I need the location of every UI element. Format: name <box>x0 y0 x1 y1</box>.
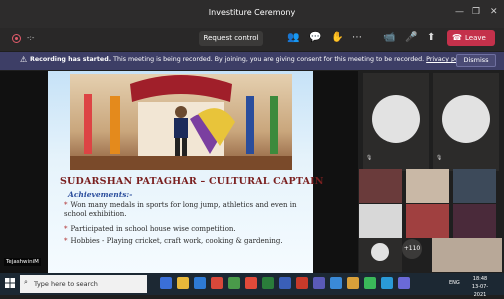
bullet-icon: * <box>64 225 68 233</box>
powerpoint-icon[interactable] <box>296 277 308 289</box>
avatar <box>371 243 389 261</box>
achievement-text: Won many medals in sports for long jump,… <box>64 201 297 218</box>
minimize-button[interactable]: — <box>455 7 464 17</box>
muted-mic-icon: 🎙 <box>366 155 373 161</box>
chat-icon[interactable]: 💬 <box>309 32 321 44</box>
task-view-icon[interactable] <box>160 277 172 289</box>
banner-message: Recording has started. This meeting is b… <box>30 56 470 63</box>
share-tray-icon[interactable]: ⬆ <box>427 32 435 44</box>
teams-icon[interactable] <box>313 277 325 289</box>
app-icon[interactable] <box>330 277 342 289</box>
achievement-text: Hobbies - Playing cricket, craft work, c… <box>70 237 283 245</box>
participant-tile[interactable] <box>359 238 402 272</box>
presenter-name-tag: TejashwiniM <box>4 258 41 266</box>
clock-date: 13-07-2021 <box>471 284 489 298</box>
achievement-item: * Participated in school house wise compe… <box>64 225 304 234</box>
phone-icon: ☎ <box>452 33 462 42</box>
taskbar-clock[interactable]: 18:48 13-07-2021 <box>467 275 493 299</box>
achievement-item: * Won many medals in sports for long jump… <box>64 201 304 219</box>
app-icon[interactable] <box>381 277 393 289</box>
achievements-label: Achievements:- <box>68 190 133 199</box>
self-view-tile[interactable] <box>432 238 502 272</box>
whatsapp-icon[interactable] <box>364 277 376 289</box>
windows-start-icon[interactable] <box>5 278 15 288</box>
app-icon[interactable] <box>228 277 240 289</box>
recording-icon <box>12 34 21 43</box>
search-placeholder: Type here to search <box>34 280 98 288</box>
request-control-button[interactable]: Request control <box>199 31 263 46</box>
participants-icon[interactable]: 👥 <box>287 32 299 44</box>
language-indicator[interactable]: ENG <box>449 280 460 286</box>
more-participants-button[interactable]: +110 <box>402 239 422 259</box>
participant-tile[interactable] <box>363 73 429 171</box>
slide-photo <box>70 74 292 170</box>
clock-time: 18:48 <box>472 276 488 282</box>
excel-icon[interactable] <box>262 277 274 289</box>
participant-video-tile[interactable] <box>359 169 402 203</box>
maximize-button[interactable]: ❐ <box>472 7 480 17</box>
reactions-icon[interactable]: ✋ <box>331 32 343 44</box>
participant-video-tile[interactable] <box>359 204 402 238</box>
avatar <box>442 95 490 143</box>
participant-tile[interactable] <box>433 73 499 171</box>
participant-video-tile[interactable] <box>453 204 496 238</box>
warning-icon: ⚠ <box>20 55 28 64</box>
participant-video-tile[interactable] <box>406 204 449 238</box>
more-options-icon[interactable]: ⋯ <box>352 32 362 44</box>
app-icon[interactable] <box>347 277 359 289</box>
app-icon[interactable] <box>398 277 410 289</box>
achievement-text: Participated in school house wise compet… <box>70 225 236 233</box>
camera-icon[interactable]: 📹 <box>383 32 395 44</box>
meeting-timer: -:- <box>27 34 35 42</box>
window-title: Investiture Ceremony <box>208 8 296 17</box>
search-icon: ⌕ <box>24 278 28 286</box>
chrome-icon[interactable] <box>245 277 257 289</box>
participant-video-tile[interactable] <box>406 169 449 203</box>
word-icon[interactable] <box>279 277 291 289</box>
office-icon[interactable] <box>211 277 223 289</box>
microphone-icon[interactable]: 🎤 <box>405 32 417 44</box>
banner-body: This meeting is being recorded. By joini… <box>111 56 427 63</box>
file-explorer-icon[interactable] <box>177 277 189 289</box>
slide-heading: SUDARSHAN PATAGHAR – CULTURAL CAPTAIN <box>60 176 324 187</box>
banner-prefix: Recording has started. <box>30 56 112 63</box>
achievement-item: * Hobbies - Playing cricket, craft work, … <box>64 237 304 246</box>
close-button[interactable]: ✕ <box>490 7 498 17</box>
bullet-icon: * <box>64 201 68 209</box>
avatar <box>372 95 420 143</box>
bullet-icon: * <box>64 237 68 245</box>
edge-icon[interactable] <box>194 277 206 289</box>
participant-video-tile[interactable] <box>453 169 496 203</box>
dismiss-button[interactable]: Dismiss <box>456 54 496 67</box>
muted-mic-icon: 🎙 <box>436 155 443 161</box>
